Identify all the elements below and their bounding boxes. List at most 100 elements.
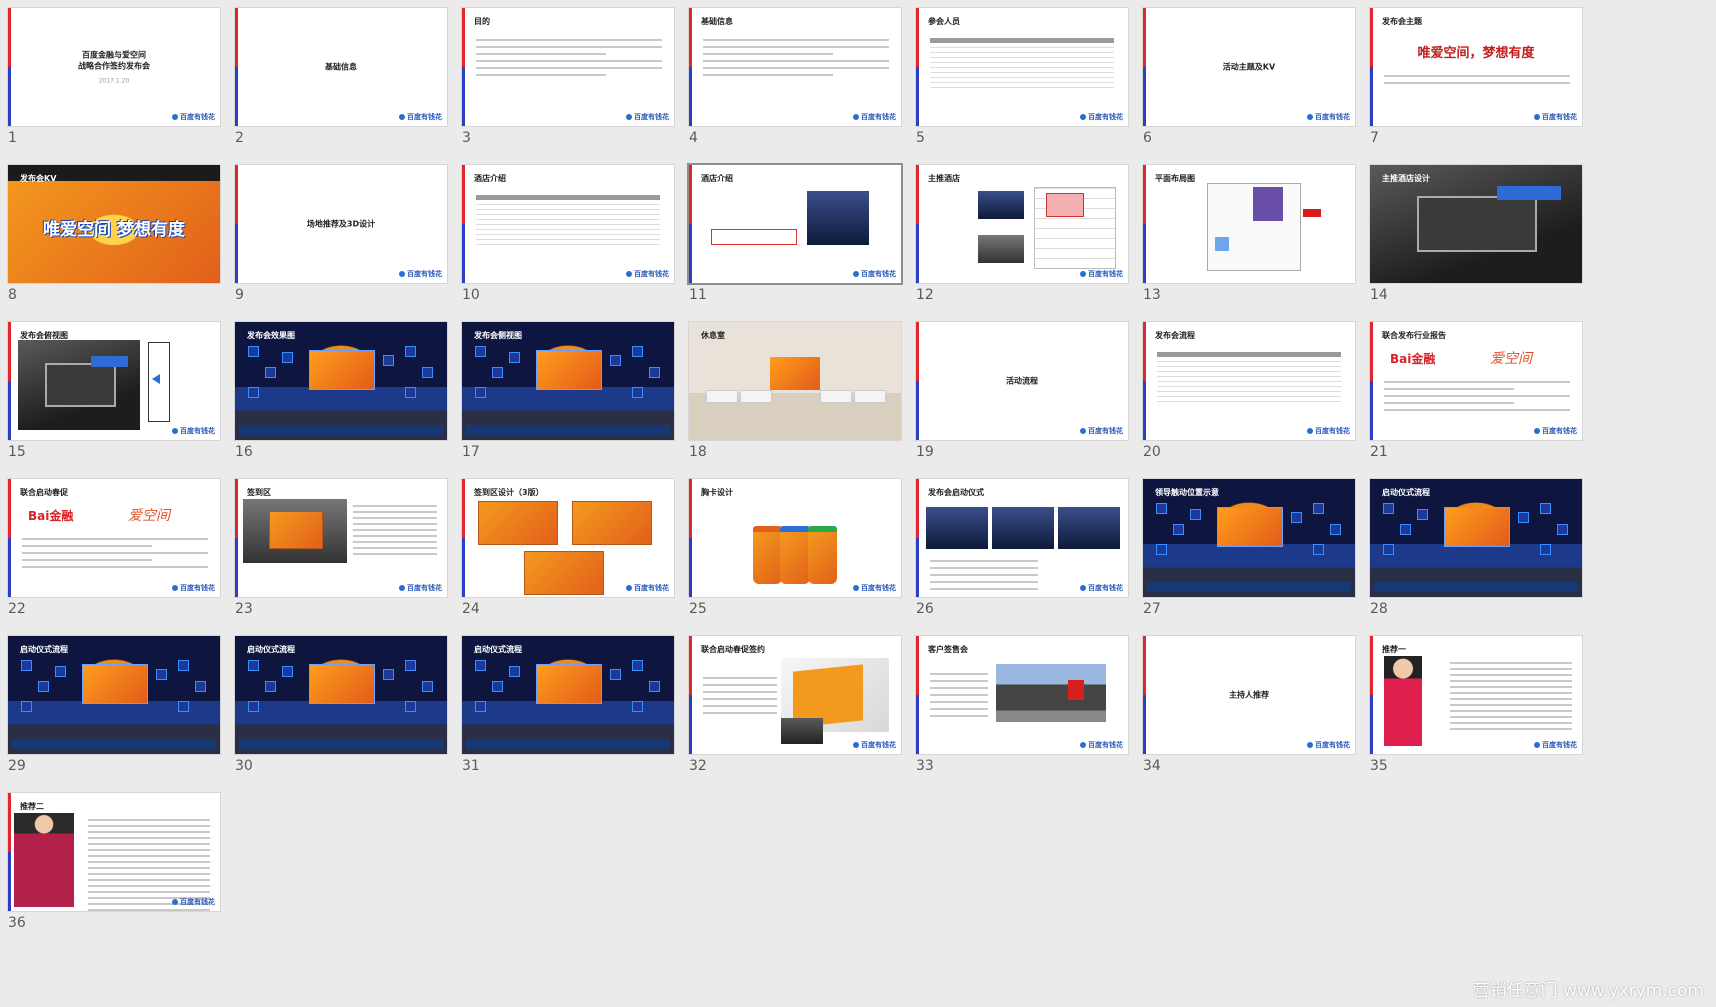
slide-preview[interactable]: 目的 百度有钱花: [462, 8, 674, 126]
slide-preview[interactable]: 百度金融与爱空间 战略合作签约发布会 2017.1.20 百度有钱花: [8, 8, 220, 126]
slide-thumbnail-16[interactable]: 发布会效果图 16: [227, 314, 447, 464]
brand-logo-baidu: Bai金融: [1390, 352, 1436, 366]
slide-thumbnail-25[interactable]: 胸卡设计 百度有钱花 25: [681, 471, 901, 621]
slide-thumbnail-21[interactable]: 联合发布行业报告 Bai金融 爱空间 百度有钱花 21: [1362, 314, 1582, 464]
stage-screen: [536, 664, 602, 705]
slide-thumbnail-15[interactable]: 发布会俯视图 百度有钱花 15: [0, 314, 220, 464]
step-line: [930, 588, 1038, 590]
logo-text: 百度有钱花: [634, 584, 669, 592]
note-line: [353, 517, 437, 519]
slide-thumbnail-19[interactable]: 活动流程 百度有钱花 19: [908, 314, 1128, 464]
slide-thumbnail-12[interactable]: 主推酒店 百度有钱花 12: [908, 157, 1128, 307]
slide-preview[interactable]: 推荐一 百度有钱花: [1370, 636, 1582, 754]
slide-preview[interactable]: 休息室: [689, 322, 901, 440]
note-line: [353, 535, 437, 537]
slide-thumbnail-6[interactable]: 活动主题及KV 百度有钱花 6: [1135, 0, 1355, 150]
slide-preview[interactable]: 参会人员 百度有钱花: [916, 8, 1128, 126]
slide-thumbnail-32[interactable]: 联合启动春促签约 百度有钱花 32: [681, 628, 901, 778]
stage-light-panel: [264, 680, 276, 692]
slide-thumbnail-29[interactable]: 启动仪式流程 29: [0, 628, 220, 778]
slide-thumbnail-7[interactable]: 发布会主题 唯爱空间，梦想有度 百度有钱花 7: [1362, 0, 1582, 150]
slide-thumbnail-28[interactable]: 启动仪式流程 28: [1362, 471, 1582, 621]
baidu-logo-icon: [1080, 585, 1086, 591]
slide-thumbnail-3[interactable]: 目的 百度有钱花 3: [454, 0, 674, 150]
slide-thumbnail-33[interactable]: 客户签售会 百度有钱花 33: [908, 628, 1128, 778]
slide-number: 34: [1143, 758, 1161, 774]
hotel-photo: [807, 191, 869, 245]
slide-thumbnail-17[interactable]: 发布会侧视图 17: [454, 314, 674, 464]
slide-thumbnail-11[interactable]: 酒店介绍 百度有钱花 11: [681, 157, 901, 307]
note-box: [711, 229, 797, 245]
slide-preview[interactable]: 签到区设计（3版） 百度有钱花: [462, 479, 674, 597]
slide-preview[interactable]: 发布会俯视图 百度有钱花: [8, 322, 220, 440]
slide-thumbnail-31[interactable]: 启动仪式流程 31: [454, 628, 674, 778]
slide-logo: 百度有钱花: [1534, 426, 1577, 436]
slide-preview[interactable]: 发布会主题 唯爱空间，梦想有度 百度有钱花: [1370, 8, 1582, 126]
slide-thumbnail-1[interactable]: 百度金融与爱空间 战略合作签约发布会 2017.1.20 百度有钱花 1: [0, 0, 220, 150]
stage-caption: [1374, 582, 1578, 592]
slide-thumbnail-14[interactable]: 主推酒店设计 14: [1362, 157, 1582, 307]
slide-thumbnail-2[interactable]: 基础信息 百度有钱花 2: [227, 0, 447, 150]
slide-preview[interactable]: 启动仪式流程: [8, 636, 220, 754]
slide-preview[interactable]: 启动仪式流程: [235, 636, 447, 754]
slide-logo: 百度有钱花: [1080, 740, 1123, 750]
slide-preview[interactable]: 平面布局图: [1143, 165, 1355, 283]
slide-thumbnail-4[interactable]: 基础信息 百度有钱花 4: [681, 0, 901, 150]
slide-thumbnail-13[interactable]: 平面布局图 13: [1135, 157, 1355, 307]
slide-preview[interactable]: 联合启动春促签约 百度有钱花: [689, 636, 901, 754]
stage-light-panel: [1518, 512, 1530, 524]
slide-preview[interactable]: 发布会效果图: [235, 322, 447, 440]
slide-preview[interactable]: 客户签售会 百度有钱花: [916, 636, 1128, 754]
slide-thumbnail-30[interactable]: 启动仪式流程 30: [227, 628, 447, 778]
slide-preview[interactable]: 场地推荐及3D设计 百度有钱花: [235, 165, 447, 283]
slide-preview[interactable]: 启动仪式流程: [462, 636, 674, 754]
slide-thumbnail-23[interactable]: 签到区 百度有钱花 23: [227, 471, 447, 621]
slide-thumbnail-20[interactable]: 发布会流程 百度有钱花 20: [1135, 314, 1355, 464]
slide-preview[interactable]: 启动仪式流程: [1370, 479, 1582, 597]
slide-preview[interactable]: 发布会启动仪式 百度有钱花: [916, 479, 1128, 597]
slide-logo: 百度有钱花: [172, 583, 215, 593]
slide-thumbnail-26[interactable]: 发布会启动仪式 百度有钱花 26: [908, 471, 1128, 621]
slide-preview[interactable]: 基础信息 百度有钱花: [235, 8, 447, 126]
slide-preview[interactable]: 活动主题及KV 百度有钱花: [1143, 8, 1355, 126]
slide-preview[interactable]: 联合启动春促 Bai金融 爱空间 百度有钱花: [8, 479, 220, 597]
slide-preview[interactable]: 唯爱空间 梦想有度 发布会KV: [8, 165, 220, 283]
logo-text: 百度有钱花: [1088, 427, 1123, 435]
slide-thumbnail-8[interactable]: 唯爱空间 梦想有度 发布会KV 8: [0, 157, 220, 307]
slide-thumbnail-36[interactable]: 推荐二 百度有钱花 36: [0, 785, 220, 935]
note-line: [703, 677, 777, 679]
slide-preview[interactable]: 主推酒店 百度有钱花: [916, 165, 1128, 283]
stage-light-panel: [281, 351, 293, 363]
slide-thumbnail-10[interactable]: 酒店介绍 百度有钱花 10: [454, 157, 674, 307]
stage-light-panel: [383, 355, 395, 367]
slide-preview[interactable]: 基础信息 百度有钱花: [689, 8, 901, 126]
slide-preview[interactable]: 发布会流程 百度有钱花: [1143, 322, 1355, 440]
slide-preview[interactable]: 酒店介绍 百度有钱花: [462, 165, 674, 283]
slide-thumbnail-34[interactable]: 主持人推荐 百度有钱花 34: [1135, 628, 1355, 778]
slide-preview[interactable]: 领导触动位置示意: [1143, 479, 1355, 597]
slide-preview[interactable]: 推荐二 百度有钱花: [8, 793, 220, 911]
slide-thumbnail-18[interactable]: 休息室 18: [681, 314, 901, 464]
slide-thumbnail-5[interactable]: 参会人员 百度有钱花 5: [908, 0, 1128, 150]
slide-number: 6: [1143, 130, 1152, 146]
slide-preview[interactable]: 主推酒店设计: [1370, 165, 1582, 283]
stage-screen: [1217, 507, 1283, 548]
slide-preview[interactable]: 联合发布行业报告 Bai金融 爱空间 百度有钱花: [1370, 322, 1582, 440]
slide-thumbnail-22[interactable]: 联合启动春促 Bai金融 爱空间 百度有钱花 22: [0, 471, 220, 621]
slide-preview[interactable]: 签到区 百度有钱花: [235, 479, 447, 597]
slide-thumbnail-24[interactable]: 签到区设计（3版） 百度有钱花 24: [454, 471, 674, 621]
body-line: [22, 545, 153, 547]
slide-preview[interactable]: 酒店介绍 百度有钱花: [689, 165, 901, 283]
slide-preview[interactable]: 主持人推荐 百度有钱花: [1143, 636, 1355, 754]
slide-thumbnail-27[interactable]: 领导触动位置示意 27: [1135, 471, 1355, 621]
slide-preview[interactable]: 胸卡设计 百度有钱花: [689, 479, 901, 597]
slide-thumbnail-35[interactable]: 推荐一 百度有钱花 35: [1362, 628, 1582, 778]
slide-accent-bar: [1370, 8, 1373, 126]
brand-body: [22, 533, 208, 573]
stage-light-panel: [610, 355, 622, 367]
body-line: [1384, 82, 1570, 84]
slide-preview[interactable]: 发布会侧视图: [462, 322, 674, 440]
kv-slogan: 唯爱空间 梦想有度: [43, 219, 185, 240]
slide-preview[interactable]: 活动流程 百度有钱花: [916, 322, 1128, 440]
slide-thumbnail-9[interactable]: 场地推荐及3D设计 百度有钱花 9: [227, 157, 447, 307]
